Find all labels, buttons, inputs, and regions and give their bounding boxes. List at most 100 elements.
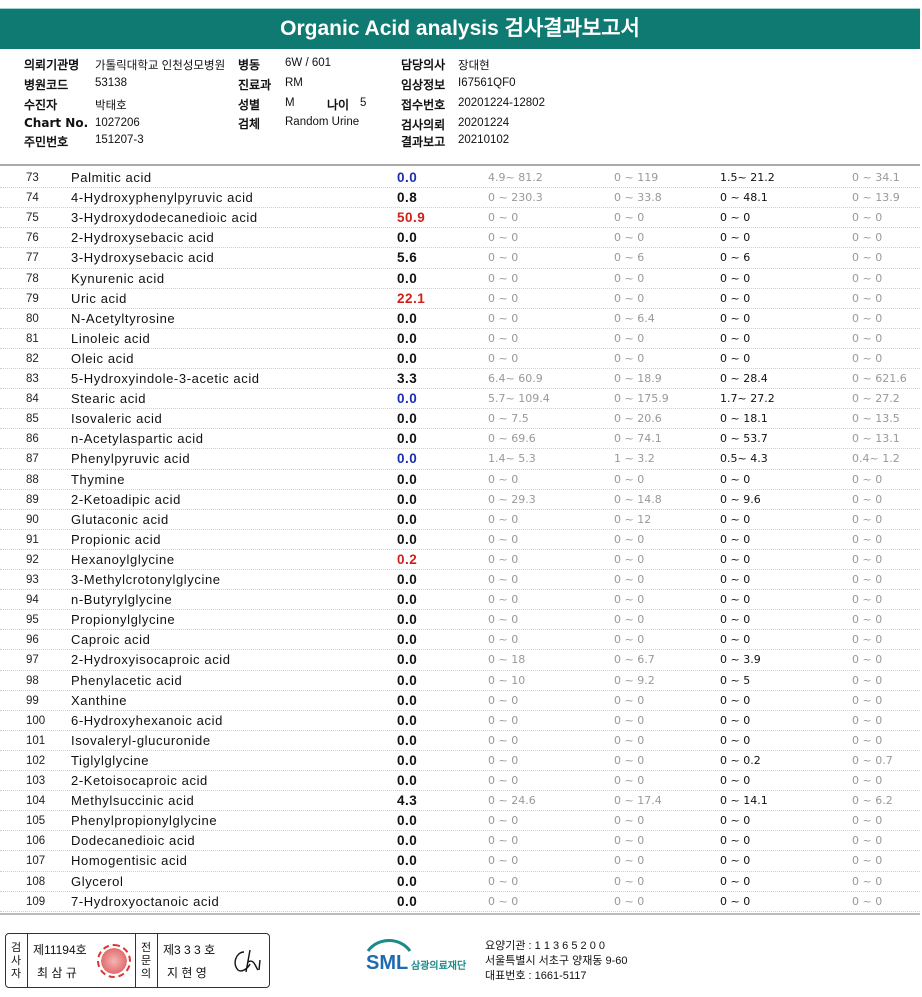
row-number: 106 xyxy=(26,835,46,848)
clinical-label: 임상정보 xyxy=(401,78,446,92)
examiner-label: 검사자 xyxy=(10,941,22,980)
reference-range-3: 0 ~ 0 xyxy=(720,834,751,848)
result-value: 0.0 xyxy=(397,712,418,728)
table-row: 81 Linoleic acid 0.0 0 ~ 0 0 ~ 0 0 ~ 0 0 ~ 0 xyxy=(0,329,920,349)
reference-range-1: 0 ~ 0 xyxy=(488,834,519,848)
row-number: 96 xyxy=(26,634,39,647)
reference-range-1: 4.9~ 81.2 xyxy=(488,171,543,184)
reference-range-2: 0 ~ 12 xyxy=(614,512,652,526)
reference-range-2: 0 ~ 0 xyxy=(614,291,645,305)
reference-range-1: 6.4~ 60.9 xyxy=(488,372,543,385)
seal-stamp-icon xyxy=(97,944,131,978)
row-number: 77 xyxy=(26,252,39,265)
reference-range-2: 0 ~ 119 xyxy=(614,171,659,184)
reference-range-2: 1 ~ 3.2 xyxy=(614,452,655,466)
result-value: 0.0 xyxy=(397,612,418,628)
row-number: 105 xyxy=(26,815,46,828)
analyte-name: Propionic acid xyxy=(71,531,162,547)
dept-label: 진료과 xyxy=(238,78,272,92)
reference-range-4: 0 ~ 0 xyxy=(852,633,883,647)
analyte-name: 6-Hydroxyhexanoic acid xyxy=(71,712,223,728)
analyte-name: 3-Hydroxydodecanedioic acid xyxy=(71,210,258,226)
receipt-label: 접수번호 xyxy=(401,98,446,112)
reference-range-4: 0 ~ 0 xyxy=(852,733,883,747)
reference-range-4: 0 ~ 13.9 xyxy=(852,191,900,205)
table-row: 92 Hexanoylglycine 0.2 0 ~ 0 0 ~ 0 0 ~ 0 0 ~ 0 xyxy=(0,550,920,570)
reference-range-3: 0 ~ 0 xyxy=(720,874,751,888)
analyte-name: Tiglylglycine xyxy=(71,752,150,768)
result-value: 0.0 xyxy=(397,350,418,366)
reference-range-1: 5.7~ 109.4 xyxy=(488,392,550,406)
result-value: 0.2 xyxy=(397,551,418,567)
reference-range-2: 0 ~ 0 xyxy=(614,894,645,908)
row-number: 100 xyxy=(26,714,46,727)
address: 서울특별시 서초구 양재동 9-60 xyxy=(485,955,628,967)
result-value: 0.0 xyxy=(397,431,418,447)
row-number: 108 xyxy=(26,875,46,888)
analyte-name: n-Butyrylglycine xyxy=(71,592,173,608)
reference-range-1: 0 ~ 0 xyxy=(488,351,519,365)
reference-range-2: 0 ~ 33.8 xyxy=(614,191,662,205)
table-row: 83 5-Hydroxyindole-3-acetic acid 3.3 6.4~ 6… xyxy=(0,369,920,389)
clinical-value: I67561QF0 xyxy=(458,77,516,89)
patient-info: 의뢰기관명 가톨릭대학교 인천성모병원 병동 6W / 601 담당의사 장대현… xyxy=(0,52,920,164)
row-number: 92 xyxy=(26,553,39,566)
footer-separator xyxy=(0,913,920,915)
reference-range-3: 0 ~ 0 xyxy=(720,271,751,285)
signature-box: 검사자 제11194호 최 삼 규 전문의 제3 3 3 호 지 현 영 xyxy=(5,933,270,988)
reference-range-1: 0 ~ 69.6 xyxy=(488,432,536,446)
reference-range-3: 0 ~ 0 xyxy=(720,211,751,225)
reference-range-4: 0 ~ 0 xyxy=(852,774,883,787)
result-value: 0.0 xyxy=(397,773,418,788)
table-row: 77 3-Hydroxysebacic acid 5.6 0 ~ 0 0 ~ 6 0 ~ … xyxy=(0,248,920,268)
sex-label: 성별 xyxy=(238,98,261,112)
reference-range-4: 0 ~ 0 xyxy=(852,713,883,727)
table-row: 96 Caproic acid 0.0 0 ~ 0 0 ~ 0 0 ~ 0 0 ~ 0 xyxy=(0,630,920,650)
reference-range-2: 0 ~ 18.9 xyxy=(614,372,662,385)
table-row: 80 N-Acetyltyrosine 0.0 0 ~ 0 0 ~ 6.4 0 ~ 0 0 … xyxy=(0,309,920,329)
analyte-name: 2-Ketoadipic acid xyxy=(71,491,181,507)
analyte-name: Xanthine xyxy=(71,692,128,708)
collector-label: 수진자 xyxy=(24,98,58,112)
reference-range-2: 0 ~ 0 xyxy=(614,854,645,868)
analyte-name: Uric acid xyxy=(71,290,127,306)
doctor-value: 장대현 xyxy=(458,60,490,72)
divider xyxy=(157,934,158,987)
table-row: 87 Phenylpyruvic acid 0.0 1.4~ 5.3 1 ~ 3.2 0.… xyxy=(0,449,920,469)
specialist-name: 지 현 영 xyxy=(167,966,207,980)
result-value: 0.0 xyxy=(397,451,418,467)
reference-range-2: 0 ~ 6.7 xyxy=(614,653,655,667)
reference-range-3: 0 ~ 0 xyxy=(720,633,751,647)
analyte-name: Thymine xyxy=(71,471,126,487)
reference-range-4: 0 ~ 0 xyxy=(852,512,883,526)
table-row: 99 Xanthine 0.0 0 ~ 0 0 ~ 0 0 ~ 0 0 ~ 0 xyxy=(0,691,920,711)
reference-range-4: 0 ~ 0 xyxy=(852,693,883,707)
row-number: 85 xyxy=(26,413,39,426)
reference-range-3: 0 ~ 0 xyxy=(720,693,751,707)
analyte-name: Palmitic acid xyxy=(71,170,152,185)
result-value: 0.0 xyxy=(397,813,418,829)
row-number: 86 xyxy=(26,433,39,446)
reference-range-3: 0 ~ 0 xyxy=(720,733,751,747)
divider xyxy=(135,934,136,987)
table-row: 85 Isovaleric acid 0.0 0 ~ 7.5 0 ~ 20.6 0 ~ 1… xyxy=(0,409,920,429)
specialist-label: 전문의 xyxy=(140,941,152,980)
ward-value: 6W / 601 xyxy=(285,57,332,69)
reference-range-3: 0 ~ 5 xyxy=(720,673,751,687)
analyte-name: Methylsuccinic acid xyxy=(71,793,195,809)
row-number: 107 xyxy=(26,855,46,868)
table-row: 89 2-Ketoadipic acid 0.0 0 ~ 29.3 0 ~ 14.8 0 … xyxy=(0,490,920,510)
result-value: 0.0 xyxy=(397,170,418,185)
reference-range-3: 0 ~ 0 xyxy=(720,331,751,345)
row-divider xyxy=(0,910,920,912)
reference-range-3: 0 ~ 0 xyxy=(720,814,751,828)
analyte-name: Glycerol xyxy=(71,873,124,889)
table-row: 105 Phenylpropionylglycine 0.0 0 ~ 0 0 ~ 0 0 … xyxy=(0,811,920,831)
result-value: 0.0 xyxy=(397,632,418,648)
id-label: 주민번호 xyxy=(24,135,69,149)
analyte-name: N-Acetyltyrosine xyxy=(71,310,176,326)
table-row: 88 Thymine 0.0 0 ~ 0 0 ~ 0 0 ~ 0 0 ~ 0 xyxy=(0,470,920,490)
reference-range-3: 0 ~ 0 xyxy=(720,512,751,526)
reference-range-1: 0 ~ 0 xyxy=(488,613,519,627)
divider xyxy=(27,934,28,987)
